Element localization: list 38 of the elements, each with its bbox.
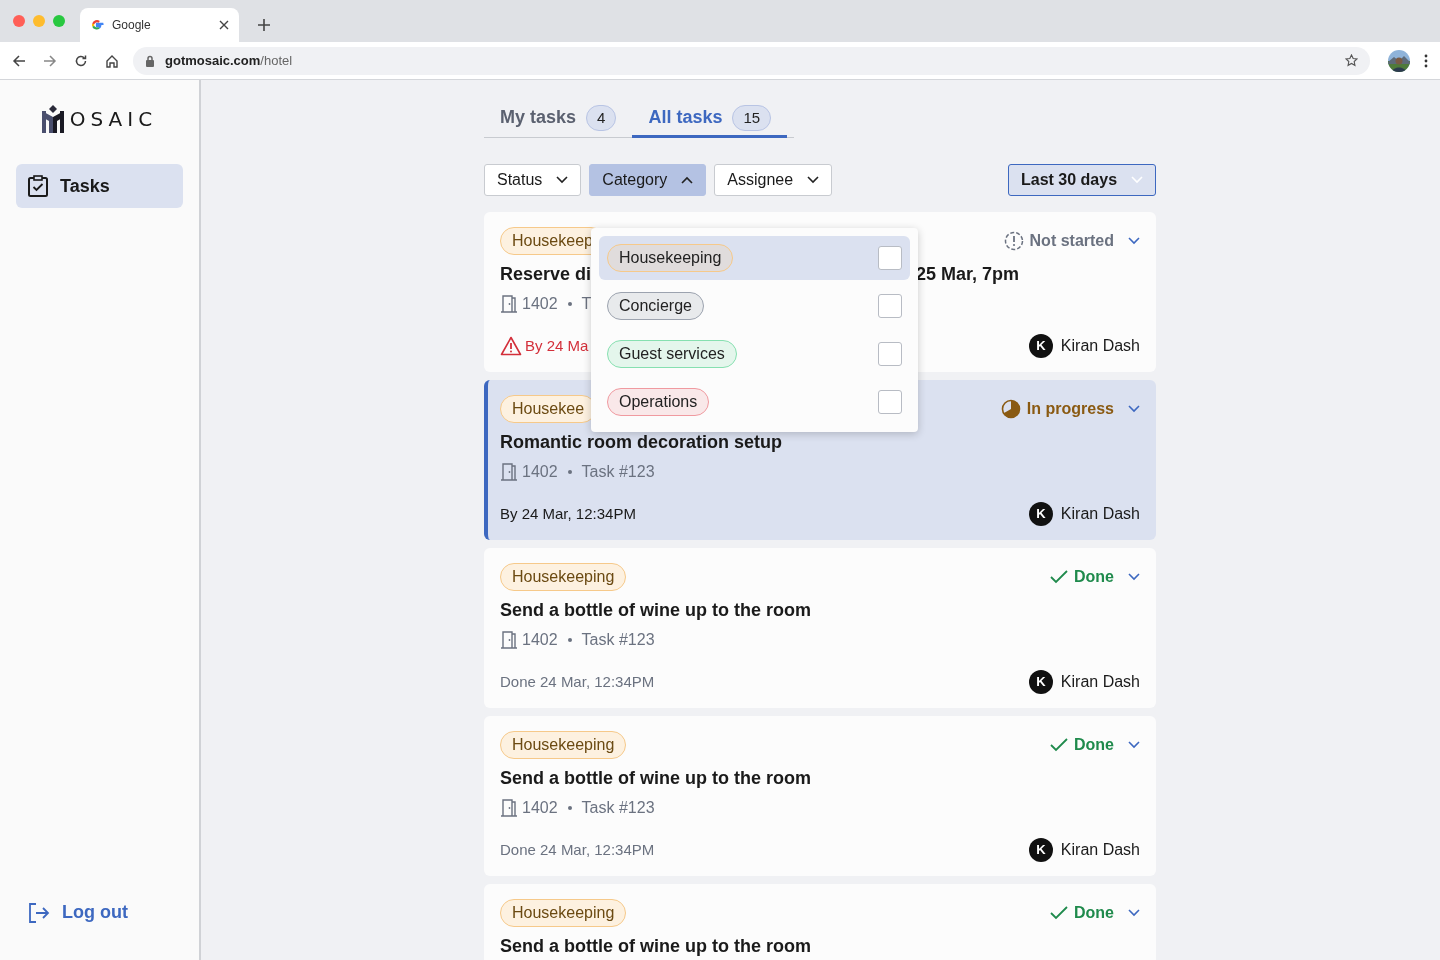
due-date: By 24 Ma [525, 335, 589, 356]
task-title: Reserve di [500, 262, 592, 286]
avatar-initial: K [1028, 334, 1053, 358]
logo-text: OSAIC [69, 106, 158, 133]
assignee-name: Kiran Dash [1060, 672, 1140, 692]
count-badge: 4 [586, 104, 617, 131]
task-number: Task #123 [581, 630, 655, 650]
task-title: Send a bottle of wine up to the room [500, 766, 811, 790]
category-tag: Operations [607, 388, 710, 416]
category-tag: Housekeeping [500, 563, 627, 591]
due-date: Done 24 Mar, 12:34PM [500, 839, 655, 860]
assignee-name: Kiran Dash [1060, 504, 1140, 524]
task-number: T [581, 294, 592, 314]
category-tag: Concierge [607, 292, 704, 320]
task-number: Task #123 [581, 798, 655, 818]
room-number: 1402 [522, 294, 558, 314]
due-date: Done 24 Mar, 12:34PM [500, 671, 655, 692]
tab-title: Google [112, 17, 152, 34]
room-number: 1402 [522, 798, 558, 818]
room-number: 1402 [522, 630, 558, 650]
category-tag: Housekeeping [607, 244, 734, 272]
room-number: 1402 [522, 462, 558, 482]
avatar-initial: K [1028, 670, 1053, 694]
category-tag: Guest services [607, 340, 737, 368]
task-number: Task #123 [581, 462, 655, 482]
url-text: gotmosaic.com/hotel [165, 51, 294, 70]
task-title: 25 Mar, 7pm [916, 262, 1020, 286]
task-title: Send a bottle of wine up to the room [500, 934, 811, 958]
assignee-name: Kiran Dash [1060, 840, 1140, 860]
avatar-initial: K [1028, 502, 1053, 526]
category-tag: Housekeeping [500, 731, 627, 759]
task-title: Send a bottle of wine up to the room [500, 598, 811, 622]
avatar-initial: K [1028, 838, 1053, 862]
task-title: Romantic room decoration setup [500, 430, 783, 454]
category-tag: Housekeeping [500, 899, 627, 927]
count-badge: 15 [732, 104, 772, 131]
due-date: By 24 Mar, 12:34PM [500, 503, 636, 524]
assignee-name: Kiran Dash [1060, 336, 1140, 356]
